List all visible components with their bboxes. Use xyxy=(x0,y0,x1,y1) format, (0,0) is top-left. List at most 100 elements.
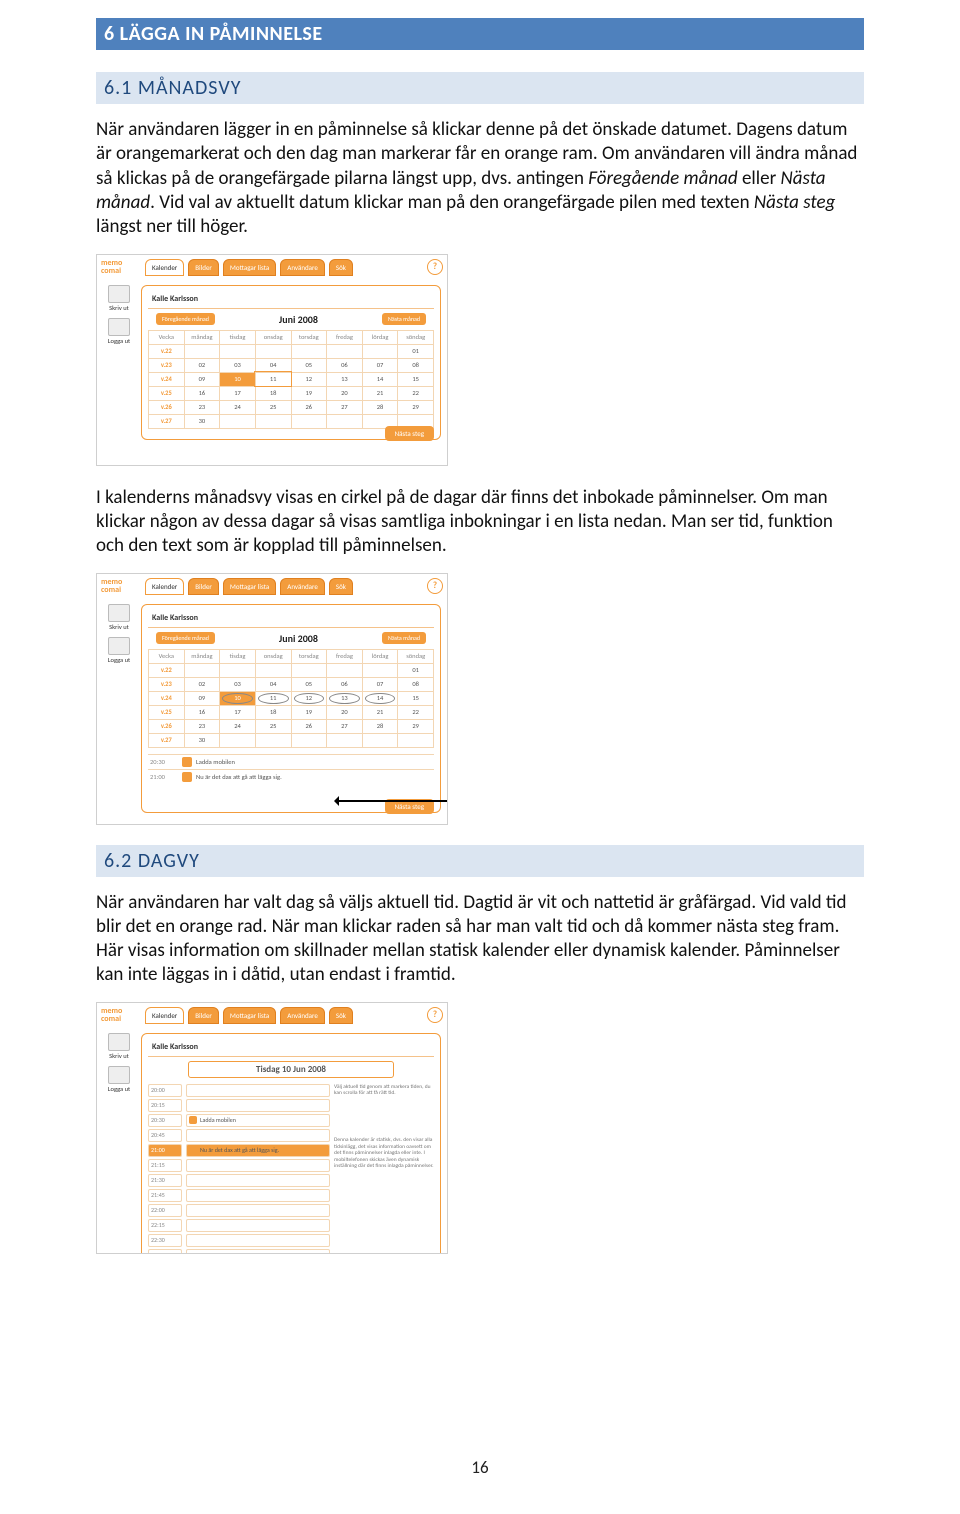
day-cell[interactable]: 26 xyxy=(291,719,327,733)
day-cell[interactable] xyxy=(362,663,398,677)
day-cell[interactable]: 17 xyxy=(220,705,256,719)
tab-mottagarlista[interactable]: Mottagar lista xyxy=(223,578,276,595)
help-icon[interactable]: ? xyxy=(427,578,443,594)
day-cell[interactable] xyxy=(255,663,291,677)
day-cell[interactable]: 22 xyxy=(398,705,434,719)
day-cell[interactable]: 08 xyxy=(398,677,434,691)
tab-sok[interactable]: Sök xyxy=(329,1007,353,1024)
event-slot[interactable] xyxy=(186,1099,330,1112)
tab-anvandare[interactable]: Användare xyxy=(280,1007,325,1024)
tab-kalender[interactable]: Kalender xyxy=(145,1007,184,1024)
day-cell[interactable]: 19 xyxy=(291,705,327,719)
time-slot[interactable]: 20:15 xyxy=(148,1099,182,1112)
event-slot[interactable] xyxy=(186,1159,330,1172)
tab-sok[interactable]: Sök xyxy=(329,259,353,276)
event-slot[interactable] xyxy=(186,1174,330,1187)
prev-month-button[interactable]: Föregående månad xyxy=(156,313,215,325)
day-cell-today[interactable]: 10 xyxy=(220,691,256,705)
day-cell[interactable] xyxy=(327,733,363,747)
skriv-ut-button[interactable]: Skriv ut xyxy=(101,1033,137,1060)
day-cell[interactable]: 05 xyxy=(291,677,327,691)
day-cell[interactable]: 16 xyxy=(184,386,220,400)
day-cell[interactable]: 25 xyxy=(255,719,291,733)
day-cell[interactable]: 02 xyxy=(184,358,220,372)
day-cell[interactable]: 01 xyxy=(398,344,434,358)
day-cell[interactable]: 05 xyxy=(291,358,327,372)
day-cell[interactable]: 12 xyxy=(291,372,327,386)
event-slot-selected[interactable]: Nu är det dax att gå att lägga sig. xyxy=(186,1144,330,1157)
event-slot[interactable] xyxy=(186,1084,330,1097)
day-cell[interactable] xyxy=(327,663,363,677)
day-cell[interactable]: 25 xyxy=(255,400,291,414)
day-cell[interactable] xyxy=(255,344,291,358)
day-cell[interactable]: 21 xyxy=(362,386,398,400)
time-slot[interactable]: 21:15 xyxy=(148,1159,182,1172)
day-cell[interactable] xyxy=(184,663,220,677)
day-cell[interactable]: 07 xyxy=(362,677,398,691)
tab-bilder[interactable]: Bilder xyxy=(188,1007,219,1024)
event-row[interactable]: 21:00 Nu är det dax att gå att lägga sig… xyxy=(148,769,434,784)
tab-anvandare[interactable]: Användare xyxy=(280,259,325,276)
day-cell[interactable] xyxy=(255,414,291,428)
day-cell[interactable] xyxy=(362,344,398,358)
day-cell[interactable] xyxy=(220,663,256,677)
day-cell-event[interactable]: 14 xyxy=(362,691,398,705)
event-slot[interactable]: Ladda mobilen xyxy=(186,1114,330,1127)
time-slot[interactable]: 20:00 xyxy=(148,1084,182,1097)
prev-month-button[interactable]: Föregående månad xyxy=(156,632,215,644)
skriv-ut-button[interactable]: Skriv ut xyxy=(101,604,137,631)
event-slot[interactable] xyxy=(186,1129,330,1142)
day-cell[interactable]: 20 xyxy=(327,705,363,719)
skriv-ut-button[interactable]: Skriv ut xyxy=(101,285,137,312)
day-cell[interactable]: 01 xyxy=(398,663,434,677)
event-slot[interactable] xyxy=(186,1189,330,1202)
tab-mottagarlista[interactable]: Mottagar lista xyxy=(223,1007,276,1024)
day-cell[interactable]: 19 xyxy=(291,386,327,400)
logga-ut-button[interactable]: Logga ut xyxy=(101,318,137,345)
logga-ut-button[interactable]: Logga ut xyxy=(101,637,137,664)
day-cell[interactable]: 26 xyxy=(291,400,327,414)
next-step-button[interactable]: Nästa steg xyxy=(385,426,434,441)
day-cell[interactable] xyxy=(362,733,398,747)
tab-kalender[interactable]: Kalender xyxy=(145,259,184,276)
day-cell[interactable]: 28 xyxy=(362,400,398,414)
time-slot[interactable]: 22:45 xyxy=(148,1249,182,1254)
day-cell[interactable] xyxy=(398,733,434,747)
day-cell[interactable]: 16 xyxy=(184,705,220,719)
event-slot[interactable] xyxy=(186,1204,330,1217)
time-slot[interactable]: 20:45 xyxy=(148,1129,182,1142)
day-cell[interactable]: 22 xyxy=(398,386,434,400)
day-cell[interactable]: 03 xyxy=(220,358,256,372)
tab-sok[interactable]: Sök xyxy=(329,578,353,595)
event-slot[interactable] xyxy=(186,1234,330,1247)
day-cell[interactable] xyxy=(255,733,291,747)
time-slot[interactable]: 22:15 xyxy=(148,1219,182,1232)
day-cell-event[interactable]: 11 xyxy=(255,691,291,705)
time-slot[interactable]: 21:45 xyxy=(148,1189,182,1202)
day-cell[interactable]: 04 xyxy=(255,677,291,691)
day-cell[interactable]: 18 xyxy=(255,705,291,719)
day-cell[interactable] xyxy=(291,663,327,677)
day-cell[interactable] xyxy=(220,344,256,358)
event-slot[interactable] xyxy=(186,1219,330,1232)
day-cell[interactable]: 17 xyxy=(220,386,256,400)
day-cell-today[interactable]: 10 xyxy=(220,372,256,386)
time-slot[interactable]: 22:00 xyxy=(148,1204,182,1217)
next-month-button[interactable]: Nästa månad xyxy=(382,632,426,644)
logga-ut-button[interactable]: Logga ut xyxy=(101,1066,137,1093)
day-cell[interactable]: 27 xyxy=(327,400,363,414)
day-cell[interactable] xyxy=(291,414,327,428)
day-cell[interactable]: 06 xyxy=(327,358,363,372)
day-cell[interactable] xyxy=(184,344,220,358)
day-cell[interactable] xyxy=(291,344,327,358)
day-cell[interactable]: 15 xyxy=(398,691,434,705)
tab-anvandare[interactable]: Användare xyxy=(280,578,325,595)
day-cell[interactable]: 29 xyxy=(398,719,434,733)
day-cell[interactable]: 24 xyxy=(220,400,256,414)
day-cell-event[interactable]: 12 xyxy=(291,691,327,705)
day-cell[interactable]: 09 xyxy=(184,691,220,705)
time-slot-selected[interactable]: 21:00 xyxy=(148,1144,182,1157)
day-cell[interactable] xyxy=(327,344,363,358)
day-cell[interactable]: 07 xyxy=(362,358,398,372)
day-cell[interactable]: 08 xyxy=(398,358,434,372)
